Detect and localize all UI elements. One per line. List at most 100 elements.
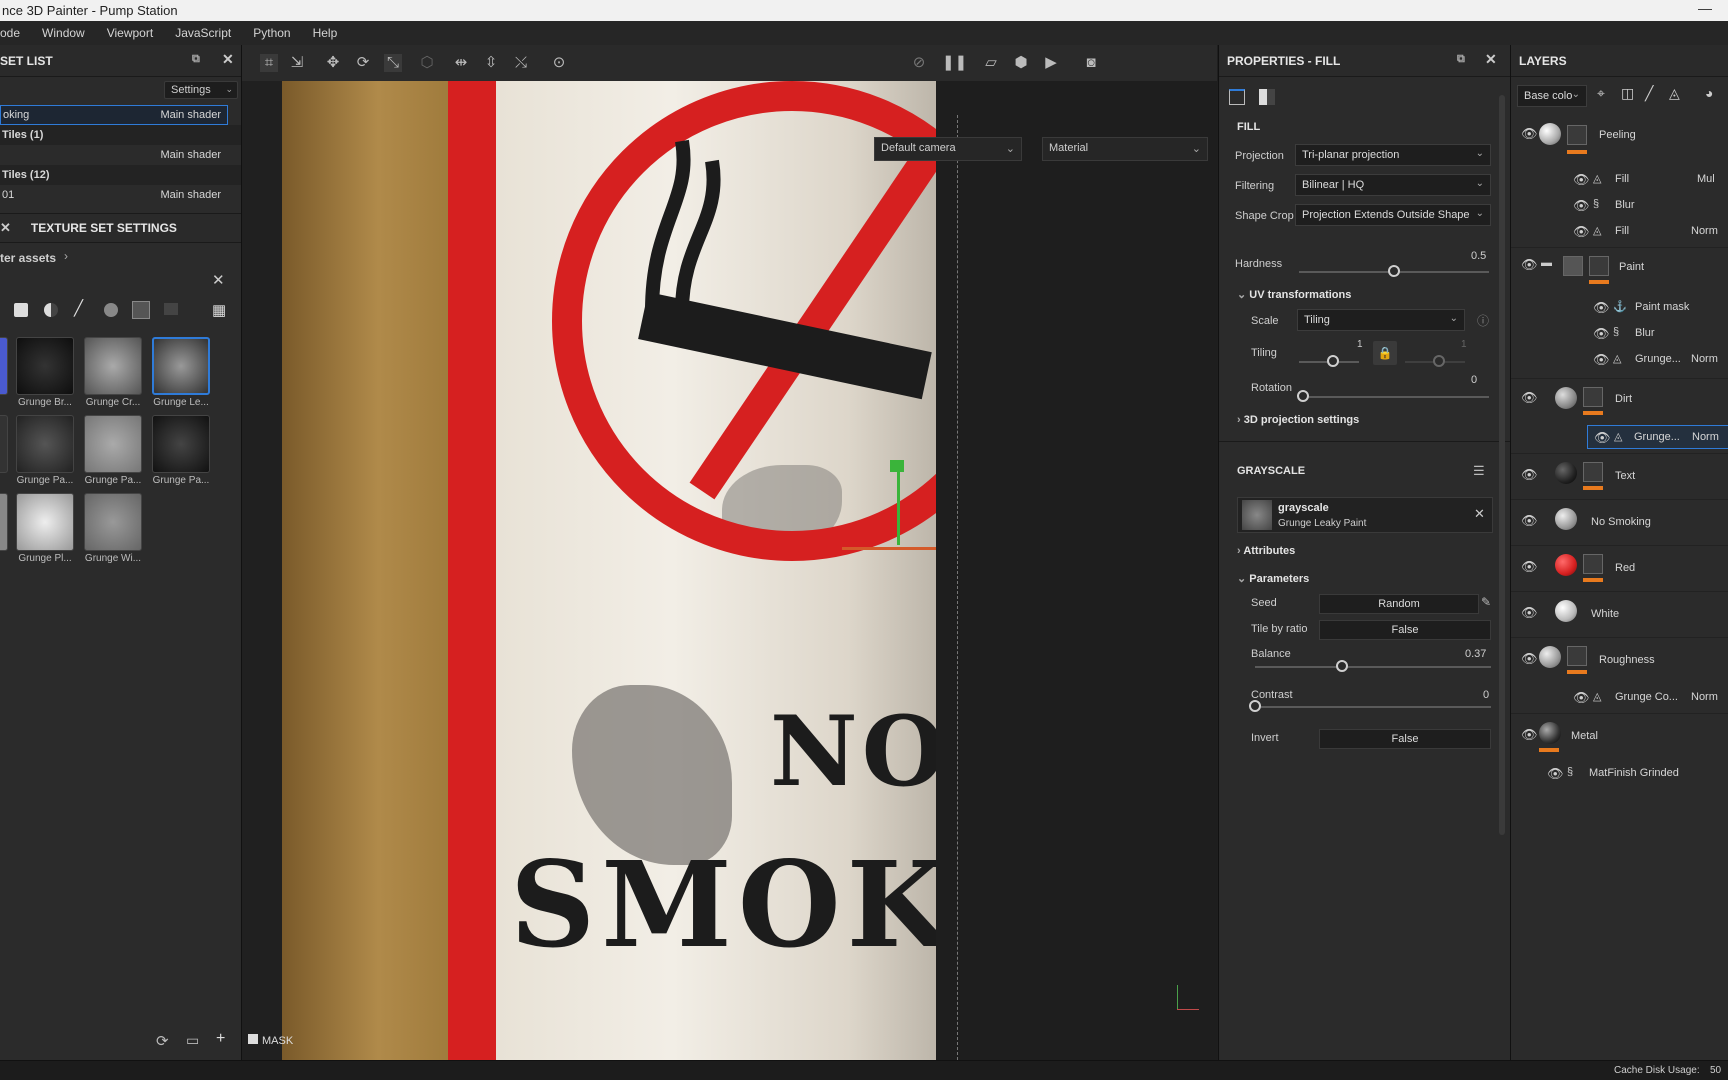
mask-thumbnail[interactable]: [1583, 387, 1603, 407]
mask-icon[interactable]: ◫: [1621, 85, 1634, 102]
effect-name[interactable]: Grunge Co...: [1615, 691, 1678, 703]
texture-set-row[interactable]: Tiles (1): [0, 125, 241, 145]
close-icon[interactable]: ✕: [0, 220, 11, 236]
smart-material-icon[interactable]: [104, 303, 118, 317]
visibility-icon[interactable]: 👁: [1573, 199, 1590, 212]
effect-name[interactable]: Blur: [1615, 199, 1635, 211]
assets-breadcrumb[interactable]: ter assets: [0, 251, 56, 265]
visibility-icon[interactable]: 👁: [1521, 391, 1538, 404]
visibility-icon[interactable]: 👁: [1573, 691, 1590, 704]
effect-row[interactable]: 👁 § Blur: [1511, 321, 1728, 347]
gizmo-y-axis[interactable]: [897, 465, 900, 545]
rotation-slider-knob[interactable]: [1297, 390, 1309, 402]
texture-set-row[interactable]: oking Main shader: [0, 105, 228, 125]
settings-dropdown[interactable]: Settings ⌄: [164, 81, 238, 99]
asset-thumbnail[interactable]: [16, 493, 74, 551]
layer-name[interactable]: Peeling: [1599, 129, 1636, 141]
remove-resource-icon[interactable]: ✕: [1474, 506, 1485, 522]
tiling-slider-knob[interactable]: [1327, 355, 1339, 367]
asset-thumbnail[interactable]: [16, 337, 74, 395]
screenshot-icon[interactable]: ◙: [1082, 54, 1100, 72]
mask-label[interactable]: MASK: [248, 1034, 293, 1047]
scale-icon[interactable]: ⤡: [384, 54, 402, 72]
tile-by-ratio-toggle[interactable]: False: [1319, 620, 1491, 640]
visibility-icon[interactable]: 👁: [1547, 767, 1564, 780]
visibility-icon[interactable]: 👁: [1593, 327, 1610, 340]
lock-icon[interactable]: 🔒: [1373, 341, 1397, 365]
layers-channel-dropdown[interactable]: Base colo ⌄: [1517, 85, 1587, 107]
mirror-x-icon[interactable]: ⇹: [452, 54, 470, 72]
blend-mode[interactable]: Mul: [1697, 173, 1715, 185]
frame-icon[interactable]: ▱: [982, 54, 1000, 72]
layer-row[interactable]: 👁 Peeling: [1511, 117, 1728, 167]
image-filter-icon[interactable]: [164, 303, 178, 315]
layer-name[interactable]: White: [1591, 608, 1619, 620]
properties-tab-icon[interactable]: [1229, 89, 1245, 105]
minimize-button[interactable]: —: [1698, 0, 1712, 16]
layer-row[interactable]: 👁 Metal: [1511, 713, 1728, 759]
layer-row[interactable]: 👁 White: [1511, 591, 1728, 637]
layer-row[interactable]: 👁 Red: [1511, 545, 1728, 591]
uv-transformations-header[interactable]: ⌄ UV transformations: [1237, 288, 1351, 301]
camera-icon[interactable]: ▶: [1042, 54, 1060, 72]
asset-thumbnail[interactable]: [16, 415, 74, 473]
menu-window[interactable]: Window: [42, 26, 85, 40]
hardness-value[interactable]: 0.5: [1471, 250, 1486, 262]
texture-filter-icon[interactable]: [14, 303, 28, 317]
hide-icon[interactable]: ⊘: [910, 54, 928, 72]
procedural-filter-icon[interactable]: [132, 301, 150, 319]
layer-name[interactable]: Red: [1615, 562, 1635, 574]
contrast-slider[interactable]: [1255, 706, 1491, 708]
effect-row[interactable]: 👁 ◬ Fill Mul: [1511, 167, 1728, 193]
add-icon[interactable]: +: [216, 1030, 225, 1048]
layer-row[interactable]: 👁 Roughness: [1511, 637, 1728, 683]
hardness-slider-knob[interactable]: [1388, 265, 1400, 277]
fill-layer-icon[interactable]: ◬: [1669, 85, 1680, 102]
mask-thumbnail[interactable]: [1583, 462, 1603, 482]
filtering-dropdown[interactable]: Bilinear | HQ ⌄: [1295, 174, 1491, 196]
projection-dropdown[interactable]: Tri-planar projection ⌄: [1295, 144, 1491, 166]
asset-thumbnail[interactable]: [84, 337, 142, 395]
mirror-y-icon[interactable]: ⇳: [482, 54, 500, 72]
mask-thumbnail[interactable]: [1583, 554, 1603, 574]
visibility-icon[interactable]: 👁: [1573, 173, 1590, 186]
effect-row[interactable]: 👁 ◬ Fill Norm: [1511, 219, 1728, 245]
edit-icon[interactable]: ✎: [1481, 595, 1491, 609]
seed-random-button[interactable]: Random: [1319, 594, 1479, 614]
scale-dropdown[interactable]: Tiling ⌄: [1297, 309, 1465, 331]
effect-name[interactable]: MatFinish Grinded: [1589, 767, 1679, 779]
scrollbar[interactable]: [1499, 95, 1505, 835]
balance-slider-knob[interactable]: [1336, 660, 1349, 672]
texture-set-row[interactable]: 01 Main shader: [0, 185, 241, 205]
grayscale-resource[interactable]: grayscale Grunge Leaky Paint ✕: [1237, 497, 1493, 533]
folder-icon[interactable]: ▭: [186, 1032, 199, 1049]
effect-row[interactable]: 👁 ◬ Grunge... Norm: [1511, 347, 1728, 373]
contrast-value[interactable]: 0: [1483, 689, 1489, 701]
gizmo-y-handle[interactable]: [890, 460, 904, 472]
menu-viewport[interactable]: Viewport: [107, 26, 153, 40]
info-icon[interactable]: ⓘ: [1477, 312, 1489, 329]
transform-tool-icon[interactable]: ⇲: [288, 54, 306, 72]
brush-filter-icon[interactable]: ╱: [74, 299, 83, 317]
mask-thumbnail[interactable]: [1567, 125, 1587, 145]
layer-name[interactable]: Metal: [1571, 730, 1598, 742]
tiling-value-2[interactable]: 1: [1461, 339, 1467, 350]
effect-row[interactable]: 👁 § MatFinish Grinded: [1511, 761, 1728, 787]
paint-layer-icon[interactable]: ╱: [1645, 85, 1653, 102]
layer-row[interactable]: 👁 Text: [1511, 453, 1728, 499]
contrast-slider-knob[interactable]: [1249, 700, 1261, 712]
effect-row[interactable]: 👁 ⚓ Paint mask: [1511, 295, 1728, 321]
blend-mode[interactable]: Norm: [1692, 431, 1719, 443]
asset-thumbnail[interactable]: [0, 415, 8, 473]
reset-icon[interactable]: ⊙: [550, 54, 568, 72]
layer-name[interactable]: Roughness: [1599, 654, 1655, 666]
visibility-icon[interactable]: 👁: [1521, 728, 1538, 741]
effect-name[interactable]: Grunge...: [1635, 353, 1681, 365]
effect-name[interactable]: Blur: [1635, 327, 1655, 339]
mask-tab-icon[interactable]: [1259, 89, 1275, 105]
effect-icon[interactable]: ⌖: [1597, 85, 1605, 102]
tiling-slider-2-knob[interactable]: [1433, 355, 1445, 367]
asset-thumbnail[interactable]: [0, 493, 8, 551]
menu-mode[interactable]: ode: [0, 26, 20, 40]
visibility-icon[interactable]: 👁: [1521, 606, 1538, 619]
